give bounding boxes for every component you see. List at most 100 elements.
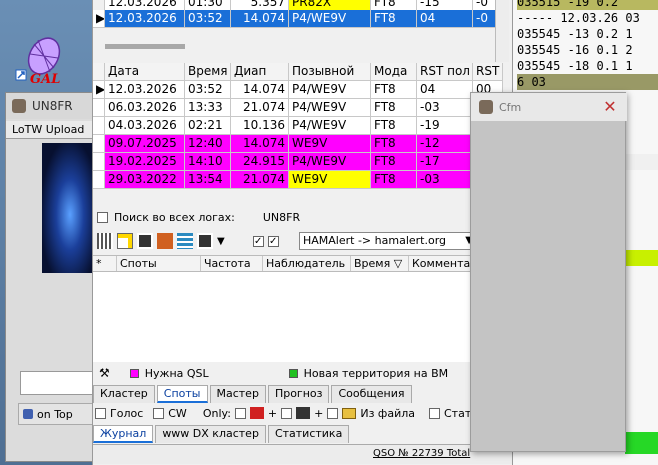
cell: 09.07.2025 (105, 135, 185, 153)
qrz-alt-icon[interactable] (197, 233, 213, 249)
checkbox-1[interactable]: ✓ (252, 235, 264, 247)
qso-row[interactable]: 09.07.2025 12:40 14.074 WE9V FT8 -12 (93, 135, 503, 153)
tab-messages[interactable]: Сообщения (331, 385, 412, 403)
cell: 13:54 (185, 171, 231, 189)
decode-log-line: ----- 12.03.26 03 (517, 11, 640, 25)
qso-row[interactable]: ▶ 12.03.2026 03:52 14.074 P4/WE9V FT8 04 00 (93, 81, 503, 99)
on-top-label: on Top (37, 407, 73, 421)
col-observer[interactable]: Наблюдатель (263, 256, 351, 271)
stat-checkbox[interactable] (429, 407, 440, 419)
need-qsl-swatch (129, 368, 139, 378)
voice-checkbox[interactable] (95, 407, 106, 419)
new-file-icon[interactable] (117, 233, 133, 249)
column-header[interactable]: Позывной (289, 63, 371, 81)
spots-table-body[interactable] (93, 272, 503, 362)
search-all-logs-checkbox[interactable] (97, 211, 108, 223)
galaxy-image (42, 143, 98, 273)
qrz-icon[interactable] (137, 233, 153, 249)
grid-icon[interactable] (97, 233, 113, 249)
dropdown-arrow-icon[interactable]: ▼ (217, 236, 225, 247)
hamalert-select-value: HAMAlert -> hamalert.org (303, 234, 447, 247)
col-time[interactable]: Время ▽ (351, 256, 409, 271)
column-header[interactable]: Дата (105, 63, 185, 81)
column-header[interactable]: Время (185, 63, 231, 81)
grid-scroll-area[interactable] (93, 189, 503, 205)
decode-log-line: 035545 -18 0.1 1 (517, 59, 633, 73)
stat-label: Стат (444, 406, 472, 420)
tab-master[interactable]: Мастер (209, 385, 266, 403)
cell: P4/WE9V (289, 10, 371, 28)
column-header[interactable] (93, 63, 105, 81)
vertical-scrollbar[interactable] (495, 0, 509, 62)
from-file-checkbox[interactable] (327, 407, 339, 419)
spots-table-header: * Споты Частота Наблюдатель Время ▽ Комм… (93, 255, 503, 272)
qso-row[interactable]: 29.03.2022 13:54 21.074 WE9V FT8 -03 (93, 171, 503, 189)
on-top-button[interactable]: on Top (18, 403, 98, 425)
cell: -12 (417, 135, 473, 153)
column-header[interactable]: RST (473, 63, 503, 81)
folder-icon (342, 407, 357, 419)
tab-cluster[interactable]: Кластер (93, 385, 155, 403)
cell: 19.02.2025 (105, 153, 185, 171)
tab-www-dx-cluster[interactable]: www DX кластер (155, 425, 266, 443)
row-pointer-icon (93, 117, 105, 135)
col-star[interactable]: * (93, 256, 117, 271)
hamalert-select[interactable]: HAMAlert -> hamalert.org ▼ (299, 232, 477, 250)
tab-statistics[interactable]: Статистика (267, 425, 350, 443)
cell: FT8 (371, 171, 417, 189)
decode-log-line: 035545 -13 0.2 1 (517, 27, 633, 41)
tabs-row-2: Журнал www DX кластер Статистика (93, 425, 503, 443)
status-bar: QSO № 22739 Total (93, 444, 513, 464)
cell: P4/WE9V (289, 117, 371, 135)
filter-icon[interactable] (157, 233, 173, 249)
new-territory-label: Новая территория на BM (303, 366, 449, 380)
search-callsign: UN8FR (262, 210, 301, 224)
qso-row[interactable]: 04.03.2026 02:21 10.136 P4/WE9V FT8 -19 (93, 117, 503, 135)
cell: P4/WE9V (289, 153, 371, 171)
cell: FT8 (371, 135, 417, 153)
pin-icon (23, 409, 33, 419)
cw-checkbox[interactable] (153, 407, 165, 419)
checkbox-2[interactable]: ✓ (267, 235, 279, 247)
column-header[interactable]: RST пол (417, 63, 473, 81)
cell: 10.136 (231, 117, 289, 135)
tab-forecast[interactable]: Прогноз (267, 385, 330, 403)
tools-icon[interactable]: ⚒ (99, 366, 110, 380)
bm-icon (296, 407, 311, 419)
status-indicator (625, 432, 658, 454)
cell: 21.074 (231, 171, 289, 189)
tab-spots[interactable]: Споты (156, 385, 208, 403)
lotw-titlebar[interactable]: UN8FR (6, 93, 96, 119)
qso-row[interactable]: 06.03.2026 13:33 21.074 P4/WE9V FT8 -03 (93, 99, 503, 117)
qso-grid-header: Дата Время Диап Позывной Мода RST пол RST (93, 63, 503, 81)
col-frequency[interactable]: Частота (201, 256, 263, 271)
close-icon[interactable]: ✕ (593, 93, 627, 121)
top-grid-row-selected[interactable]: ▶ 12.03.2026 03:52 14.074 P4/WE9V FT8 04… (93, 10, 503, 28)
col-spots[interactable]: Споты (117, 256, 201, 271)
cell: -17 (417, 153, 473, 171)
cfm-title: Cfm (499, 100, 522, 114)
lotw-input-field[interactable] (20, 371, 98, 395)
cell: 13:33 (185, 99, 231, 117)
column-header[interactable]: Мода (371, 63, 417, 81)
cw-label: CW (168, 406, 187, 420)
tab-journal[interactable]: Журнал (93, 425, 154, 443)
cell: 12.03.2026 (105, 81, 185, 99)
decode-log-line: 6 03 (517, 74, 658, 90)
cell: 21.074 (231, 99, 289, 117)
qso-row[interactable]: 19.02.2025 14:10 24.915 P4/WE9V FT8 -17 (93, 153, 503, 171)
cell: -03 (417, 171, 473, 189)
cell: 24.915 (231, 153, 289, 171)
tabs-row-1: Кластер Споты Мастер Прогноз Сообщения (93, 385, 503, 403)
column-header[interactable]: Диап (231, 63, 289, 81)
list-icon[interactable] (177, 233, 193, 249)
horizontal-scrollbar[interactable] (105, 44, 185, 49)
lotw-window: UN8FR LoTW Upload on Top (5, 92, 98, 462)
voice-label: Голос (110, 406, 144, 420)
only-qrz-checkbox[interactable] (234, 407, 246, 419)
search-all-logs-label: Поиск во всех логах: (114, 210, 235, 224)
only-bm-checkbox[interactable] (281, 407, 293, 419)
logger-main-window: 12.03.2026 01:30 5.357 PR82X FT8 -15 -0 … (92, 0, 513, 465)
cell: P4/WE9V (289, 99, 371, 117)
tab-lotw-upload[interactable]: LoTW Upload (6, 121, 96, 139)
